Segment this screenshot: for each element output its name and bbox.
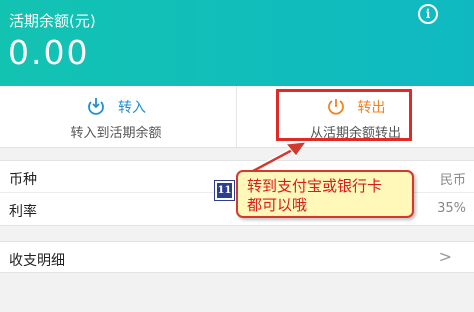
chevron-right-icon: > xyxy=(438,247,452,266)
transfer-out-icon xyxy=(327,99,344,115)
transfer-in-button[interactable]: 转入 转入到活期余额 xyxy=(0,86,237,148)
balance-amount: 0.00 xyxy=(8,33,90,72)
transfer-in-description: 转入到活期余额 xyxy=(70,126,162,141)
currency-value: 民币 xyxy=(439,173,466,188)
action-bar: 转入 转入到活期余额 转出 从活期余额转出 xyxy=(0,86,474,148)
annotation-text-line1: 转到支付宝或银行卡 xyxy=(247,177,383,195)
interest-rate-value: 35% xyxy=(437,201,466,216)
transfer-in-title: 转入 xyxy=(0,96,236,117)
transfer-out-description: 从活期余额转出 xyxy=(309,126,401,141)
transfer-out-button[interactable]: 转出 从活期余额转出 xyxy=(237,86,474,148)
currency-label: 币种 xyxy=(9,172,37,188)
annotation-callout: 转到支付宝或银行卡 都可以哦 xyxy=(236,170,414,218)
annotation-step-number: 11 xyxy=(214,180,235,201)
transfer-in-icon xyxy=(88,98,104,115)
annotation-text-line2: 都可以哦 xyxy=(247,196,308,214)
transaction-details-label: 收支明细 xyxy=(9,253,65,269)
transfer-in-label: 转入 xyxy=(118,100,146,116)
transfer-out-label: 转出 xyxy=(357,100,386,116)
balance-title: 活期余额(元) xyxy=(9,12,96,30)
info-icon[interactable]: i xyxy=(418,4,438,24)
interest-rate-label: 利率 xyxy=(9,204,37,220)
balance-header: 活期余额(元) 0.00 i xyxy=(0,0,474,86)
transaction-details-row[interactable]: 收支明细 > xyxy=(0,241,474,273)
transfer-out-title: 转出 xyxy=(237,96,474,117)
